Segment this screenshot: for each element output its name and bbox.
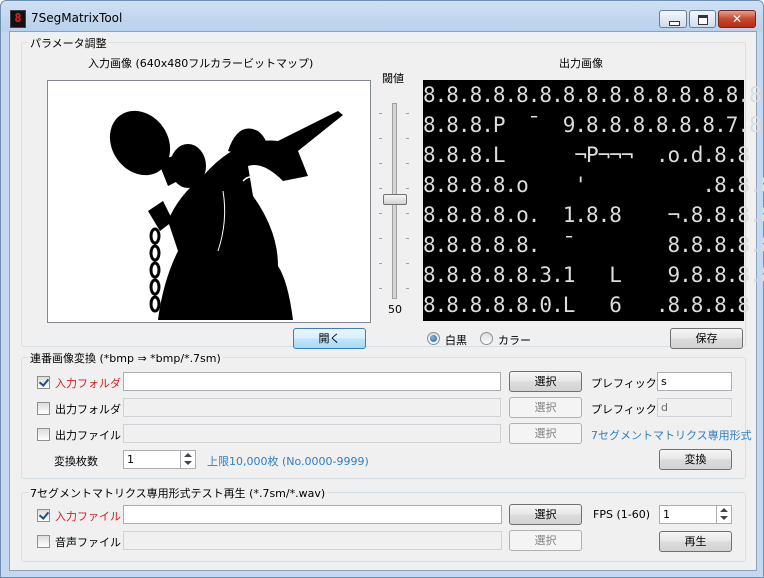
output-folder-label: 出力フォルダ bbox=[55, 403, 121, 416]
seven-segment-row: 8.8.8.L ¬P¬¬¬ .o.d.8.8 bbox=[423, 143, 750, 167]
audio-file-checkbox[interactable] bbox=[37, 535, 50, 548]
seven-segment-row: 8.8.8.8.o. 1.8.8 ¬.8.8.8.8 bbox=[423, 203, 764, 227]
output-folder-checkbox[interactable] bbox=[37, 402, 50, 415]
seven-segment-app-icon: 8 bbox=[10, 10, 26, 28]
silhouette-image bbox=[48, 81, 368, 320]
close-icon: ✕ bbox=[731, 12, 743, 26]
slider-tick bbox=[406, 113, 409, 114]
format-note: 7セグメントマトリクス専用形式 bbox=[591, 429, 752, 442]
input-folder-select-button[interactable]: 選択 bbox=[509, 371, 582, 392]
prefix-label-2: プレフィックス bbox=[591, 403, 668, 416]
convert-button[interactable]: 変換 bbox=[659, 449, 732, 470]
threshold-label: 閾値 bbox=[382, 72, 404, 85]
seven-segment-row: 8.8.8.8.o ' .8.8.8 bbox=[423, 173, 764, 197]
radio-color-label[interactable]: カラー bbox=[498, 332, 531, 348]
slider-tick bbox=[379, 263, 382, 264]
playback-group: 7セグメントマトリクス専用形式テスト再生 (*.7sm/*.wav) 入力ファイ… bbox=[21, 485, 746, 562]
client-area: パラメータ調整 入力画像 (640x480フルカラービットマップ) 閾値 50 … bbox=[9, 31, 764, 571]
slider-tick bbox=[379, 113, 382, 114]
audio-file-label: 音声ファイル bbox=[55, 536, 121, 549]
params-group: パラメータ調整 入力画像 (640x480フルカラービットマップ) 閾値 50 … bbox=[21, 35, 764, 349]
seven-segment-row: 8.8.8.8.8.3.1 L 9.8.8.8.8 bbox=[423, 263, 764, 287]
playback-input-file-label: 入力ファイル bbox=[55, 510, 121, 523]
seven-segment-row: 8.8.8.8.8.8.8.8.8.8.8.8.8.8.8.8 bbox=[423, 83, 764, 107]
threshold-slider-thumb[interactable] bbox=[383, 194, 407, 205]
prefix-input-2[interactable]: d bbox=[657, 398, 732, 417]
slider-tick bbox=[406, 188, 409, 189]
output-file-select-button[interactable]: 選択 bbox=[509, 423, 582, 444]
output-file-field[interactable] bbox=[123, 424, 501, 443]
output-image-label: 出力画像 bbox=[559, 57, 603, 70]
audio-file-field[interactable] bbox=[123, 531, 502, 550]
maximize-button[interactable] bbox=[689, 10, 716, 28]
output-file-label: 出力ファイル bbox=[55, 429, 121, 442]
playback-input-file-field[interactable] bbox=[123, 505, 502, 524]
input-folder-label: 入力フォルダ bbox=[55, 377, 121, 390]
output-file-checkbox[interactable] bbox=[37, 428, 50, 441]
seven-segment-matrix: 8.8.8.8.8.8.8.8.8.8.8.8.8.8.8.8 8.8.8.P ¯… bbox=[423, 80, 764, 320]
output-image-preview: 8.8.8.8.8.8.8.8.8.8.8.8.8.8.8.8 8.8.8.P ¯… bbox=[423, 80, 764, 321]
batch-group: 連番画像変換 (*bmp ⇒ *bmp/*.7sm) 入力フォルダ 選択 プレフ… bbox=[21, 350, 752, 479]
prefix-input-1[interactable]: s bbox=[657, 372, 732, 391]
slider-tick bbox=[406, 238, 409, 239]
save-button[interactable]: 保存 bbox=[670, 328, 743, 349]
playback-group-title: 7セグメントマトリクス専用形式テスト再生 (*.7sm/*.wav) bbox=[28, 485, 328, 501]
slider-tick bbox=[406, 263, 409, 264]
playback-input-select-button[interactable]: 選択 bbox=[509, 504, 582, 525]
seven-segment-row: 8.8.8.8.8.0.L 6 .8.8.8.8 bbox=[423, 293, 750, 317]
count-label: 変換枚数 bbox=[54, 455, 98, 468]
threshold-value: 50 bbox=[388, 303, 402, 316]
slider-tick bbox=[406, 213, 409, 214]
radio-bw[interactable] bbox=[427, 332, 440, 345]
audio-select-button[interactable]: 選択 bbox=[509, 530, 582, 551]
input-folder-field[interactable] bbox=[123, 372, 501, 391]
radio-bw-label[interactable]: 白黒 bbox=[445, 332, 467, 348]
input-folder-checkbox[interactable] bbox=[37, 376, 50, 389]
batch-group-title: 連番画像変換 (*bmp ⇒ *bmp/*.7sm) bbox=[28, 350, 223, 366]
output-folder-field[interactable] bbox=[123, 398, 501, 417]
playback-input-file-checkbox[interactable] bbox=[37, 509, 50, 522]
count-spinner-arrows-icon[interactable] bbox=[180, 450, 195, 469]
slider-tick bbox=[379, 213, 382, 214]
slider-tick bbox=[379, 163, 382, 164]
prefix-label-1: プレフィックス bbox=[591, 377, 668, 390]
seven-segment-row: 8.8.8.8.8. ¯ 8.8.8.8.8 bbox=[423, 233, 764, 257]
minimize-button[interactable] bbox=[659, 10, 687, 28]
play-button[interactable]: 再生 bbox=[659, 531, 732, 552]
params-group-title: パラメータ調整 bbox=[28, 35, 109, 51]
slider-tick bbox=[406, 288, 409, 289]
slider-tick bbox=[406, 163, 409, 164]
limit-note: 上限10,000枚 (No.0000-9999) bbox=[207, 455, 369, 468]
title-bar[interactable]: 8 7SegMatrixTool ✕ bbox=[1, 1, 763, 31]
slider-tick bbox=[406, 138, 409, 139]
slider-tick bbox=[379, 288, 382, 289]
slider-tick bbox=[379, 188, 382, 189]
window-title: 7SegMatrixTool bbox=[31, 11, 123, 25]
output-folder-select-button[interactable]: 選択 bbox=[509, 397, 582, 418]
close-button[interactable]: ✕ bbox=[718, 10, 756, 28]
app-window: 8 7SegMatrixTool ✕ パラメータ調整 入力画像 (640x480… bbox=[0, 0, 764, 578]
seven-segment-row: 8.8.8.P ¯ 9.8.8.8.8.8.8.7.8.8 bbox=[423, 113, 764, 137]
input-image-preview bbox=[47, 80, 371, 323]
fps-spinner-arrows-icon[interactable] bbox=[716, 505, 731, 524]
input-image-label: 入力画像 (640x480フルカラービットマップ) bbox=[88, 57, 314, 70]
open-button[interactable]: 開く bbox=[293, 328, 366, 349]
slider-tick bbox=[379, 238, 382, 239]
radio-color[interactable] bbox=[480, 332, 493, 345]
slider-tick bbox=[379, 138, 382, 139]
fps-label: FPS (1-60) bbox=[593, 508, 650, 521]
